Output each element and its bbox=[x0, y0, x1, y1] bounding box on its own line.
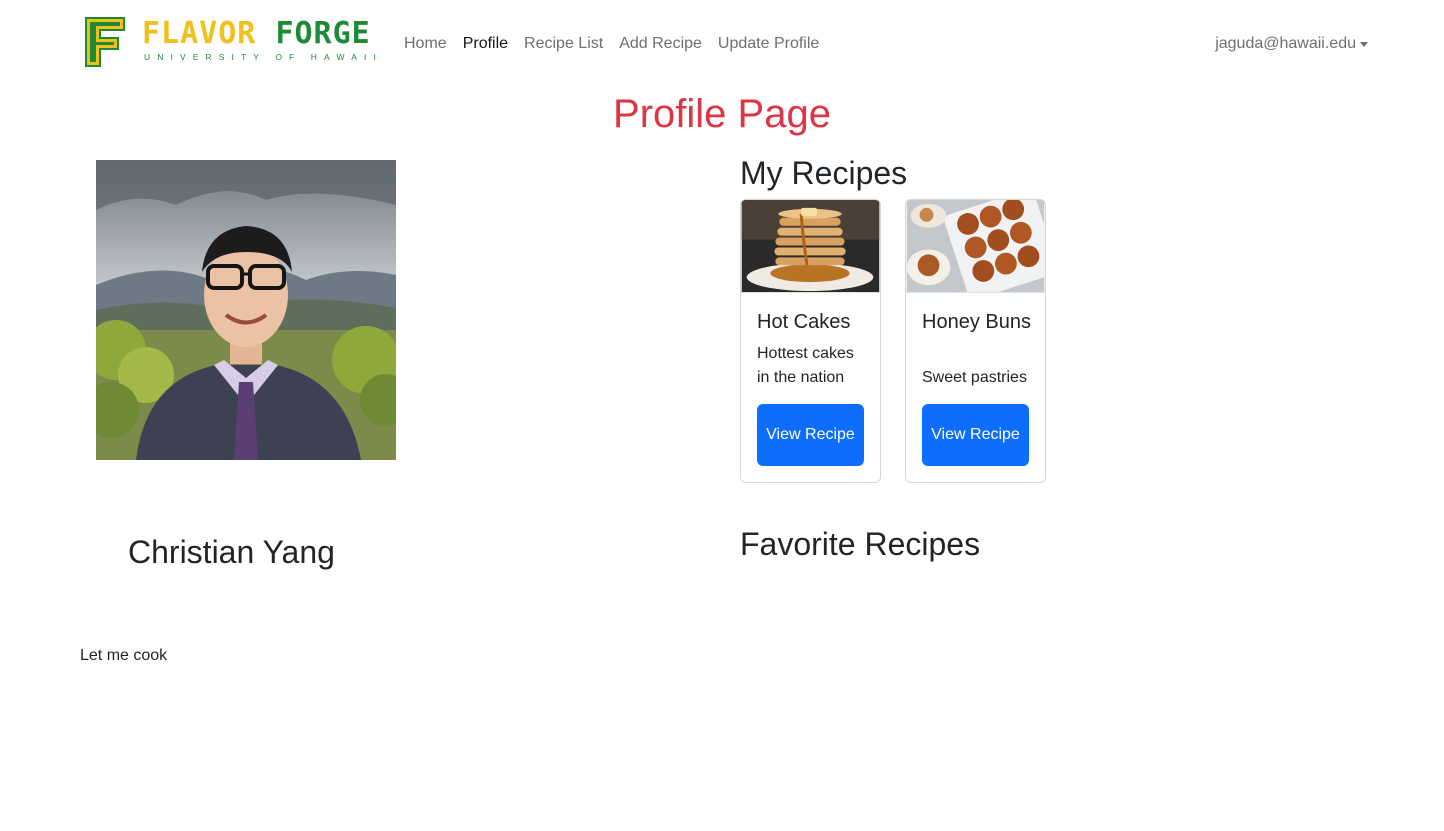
logo-wordmark: FLAVOR FORGE bbox=[142, 16, 371, 52]
recipe-card: Hot Cakes Hottest cakes in the nation Vi… bbox=[740, 199, 881, 483]
nav-link-update-profile[interactable]: Update Profile bbox=[710, 32, 827, 56]
recipe-card-title: Hot Cakes bbox=[757, 311, 851, 333]
logo-word-flavor: FLAVOR bbox=[142, 16, 257, 51]
nav-link-recipe-list[interactable]: Recipe List bbox=[516, 32, 611, 56]
recipe-card: Honey Buns Sweet pastries View Recipe bbox=[905, 199, 1046, 483]
hot-cross-buns-image bbox=[906, 200, 1045, 293]
main-nav: Home Profile Recipe List Add Recipe Upda… bbox=[396, 32, 827, 56]
profile-photo-image bbox=[96, 160, 396, 460]
nav-link-home[interactable]: Home bbox=[396, 32, 455, 56]
caret-down-icon bbox=[1360, 41, 1368, 47]
flavor-forge-logo[interactable]: FLAVOR FORGE UNIVERSITY OF HAWAII bbox=[84, 14, 376, 70]
navbar: FLAVOR FORGE UNIVERSITY OF HAWAII Home P… bbox=[0, 0, 1444, 88]
view-recipe-button[interactable]: View Recipe bbox=[757, 404, 864, 466]
recipe-card-title: Honey Buns bbox=[922, 311, 1031, 333]
profile-bio: Let me cook bbox=[80, 647, 168, 664]
recipe-card-description: Hottest cakes in the nation bbox=[757, 345, 854, 386]
user-email: jaguda@hawaii.edu bbox=[1215, 35, 1356, 52]
pancake-stack-image bbox=[741, 200, 880, 293]
my-recipes-heading: My Recipes bbox=[740, 155, 908, 191]
f-logo-icon bbox=[85, 17, 125, 67]
profile-avatar bbox=[96, 160, 396, 460]
logo-word-forge: FORGE bbox=[275, 16, 371, 51]
nav-link-profile[interactable]: Profile bbox=[455, 32, 516, 56]
favorite-recipes-heading: Favorite Recipes bbox=[740, 526, 981, 562]
nav-link-add-recipe[interactable]: Add Recipe bbox=[611, 32, 710, 56]
page-title: Profile Page bbox=[613, 92, 831, 136]
logo-tagline: UNIVERSITY OF HAWAII bbox=[144, 52, 383, 62]
profile-name: Christian Yang bbox=[128, 534, 335, 570]
recipe-card-description: Sweet pastries bbox=[922, 369, 1027, 386]
view-recipe-button[interactable]: View Recipe bbox=[922, 404, 1029, 466]
user-dropdown[interactable]: jaguda@hawaii.edu bbox=[1215, 32, 1368, 56]
